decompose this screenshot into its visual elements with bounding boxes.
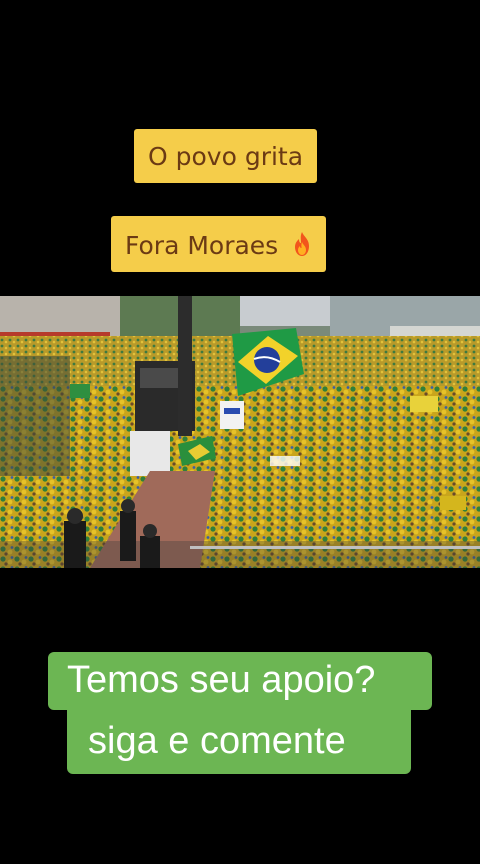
caption-top-text: O povo grita <box>148 142 304 171</box>
caption-top: O povo grita <box>134 129 318 183</box>
cta-banner: Temos seu apoio? siga e comente <box>48 652 432 774</box>
fire-icon <box>295 232 310 256</box>
cta-line-1: Temos seu apoio? <box>67 659 376 701</box>
caption-second: Fora Moraes <box>111 216 327 272</box>
crowd-scene-image <box>0 296 480 568</box>
cta-line-2: siga e comente <box>88 720 346 762</box>
caption-second-text: Fora Moraes <box>125 231 279 260</box>
